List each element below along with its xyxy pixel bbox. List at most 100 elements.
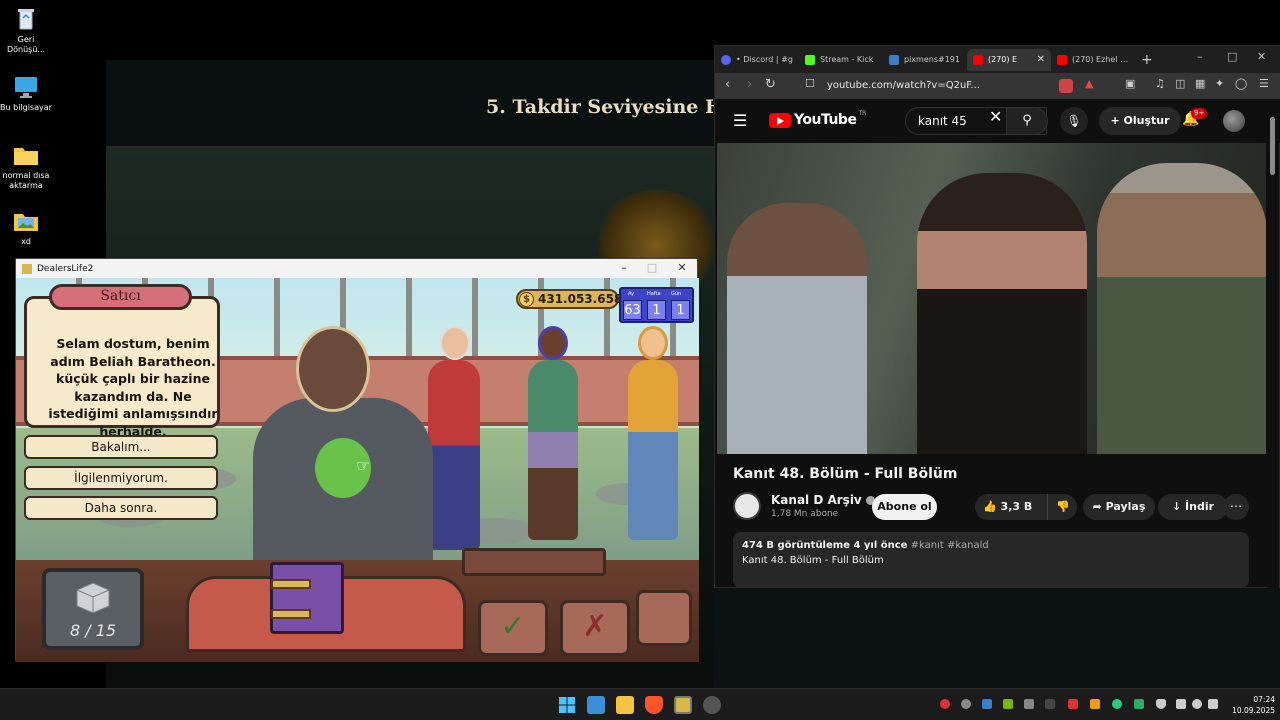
bell-button[interactable] — [636, 590, 692, 646]
coin-icon: $ — [519, 292, 534, 307]
video-person-right — [1097, 163, 1266, 454]
choice-lets-see-button[interactable]: Bakalım... — [24, 435, 218, 459]
scrollbar-thumb[interactable] — [1270, 117, 1275, 175]
subscribe-button[interactable]: Abone ol — [872, 494, 937, 520]
app-taskbar-icon[interactable] — [703, 696, 721, 714]
widgets-icon[interactable] — [587, 696, 605, 714]
video-player[interactable] — [717, 143, 1266, 454]
site-icon — [889, 54, 899, 65]
maximize-button[interactable]: □ — [638, 259, 666, 278]
wallet-icon[interactable]: ▦ — [1195, 77, 1205, 90]
more-actions-icon[interactable]: ⋯ — [1223, 494, 1249, 520]
network-icon[interactable] — [1176, 699, 1186, 709]
thumbs-down-icon: 👎 — [1056, 500, 1070, 513]
microphone-tray-icon[interactable] — [1156, 699, 1166, 709]
dealers-life-taskbar-icon[interactable] — [674, 696, 692, 714]
tray-app-icon[interactable] — [1068, 699, 1078, 709]
menu-icon[interactable]: ☰ — [1259, 77, 1269, 90]
browser-minimize-button[interactable]: – — [1197, 50, 1203, 63]
tab-kick[interactable]: Stream - Kick — [799, 49, 883, 71]
background-heading: 5. Takdir Seviyesine Hos — [486, 96, 718, 118]
game-scene: ☞ Selam dostum, benim adım Beliah Barath… — [16, 278, 699, 560]
bookmark-icon[interactable]: ☐ — [805, 77, 815, 90]
minimize-button[interactable]: – — [610, 259, 638, 278]
customer-farmer — [628, 326, 678, 540]
brave-browser-icon[interactable] — [645, 696, 663, 714]
inventory-counter[interactable]: 8 / 15 — [42, 568, 144, 650]
rewards-icon[interactable]: ▲ — [1085, 77, 1093, 90]
tab-youtube-ezhel[interactable]: (270) Ezhel - E — [1051, 49, 1135, 71]
url-input[interactable]: youtube.com/watch?v=Q2uF... — [827, 76, 1117, 96]
account-avatar[interactable] — [1223, 110, 1245, 132]
thumbs-up-icon: 👍 — [983, 500, 997, 513]
tray-app-icon[interactable] — [1090, 699, 1100, 709]
sidebar-icon[interactable]: ◫ — [1175, 77, 1185, 90]
volume-icon[interactable] — [1192, 699, 1202, 709]
desktop-icon-this-pc[interactable]: Bu bilgisayar — [0, 74, 52, 113]
forward-icon[interactable]: › — [747, 77, 752, 92]
new-tab-icon[interactable]: + — [1141, 52, 1153, 68]
youtube-logo[interactable]: YouTube TR — [769, 110, 866, 128]
money-display: $ 431.053.658 — [516, 289, 623, 309]
file-explorer-icon[interactable] — [616, 696, 634, 714]
brave-shield-icon[interactable] — [1059, 79, 1073, 93]
clear-search-icon[interactable]: ✕ — [989, 107, 1002, 126]
media-icon[interactable]: ♫ — [1155, 77, 1165, 90]
tray-app-icon[interactable] — [1134, 699, 1144, 709]
like-count: 3,3 B — [1000, 500, 1033, 513]
create-button[interactable]: + Oluştur — [1099, 107, 1181, 135]
money-amount: 431.053.658 — [538, 292, 623, 306]
tab-title: (270) Ezhel - E — [1072, 55, 1129, 64]
desktop-icon-recycle-bin[interactable]: Geri Dönüşü... — [0, 6, 52, 55]
share-button[interactable]: ➦ Paylaş — [1083, 494, 1155, 520]
download-button[interactable]: ↓ İndir — [1158, 494, 1228, 520]
description-box[interactable]: 474 B görüntüleme 4 yıl önce #kanıt #kan… — [733, 532, 1249, 588]
like-button[interactable]: 👍 3,3 B — [983, 494, 1032, 520]
clock-time: 07:24 — [1253, 695, 1275, 704]
speaker-label: Satıcı — [49, 284, 192, 310]
tab-youtube-active[interactable]: (270) E ✕ — [967, 48, 1051, 71]
mouse-cursor-icon: ☞ — [356, 456, 371, 475]
desktop-icon-folder-export[interactable]: normal dısa aktarma — [0, 142, 52, 191]
leo-icon[interactable]: ✦ — [1215, 77, 1224, 90]
calendar-month-value: 63 — [623, 300, 642, 320]
choice-later-button[interactable]: Daha sonra. — [24, 496, 218, 520]
channel-name-link[interactable]: Kanal D Arşiv — [771, 493, 875, 507]
browser-close-button[interactable]: ✕ — [1257, 50, 1266, 63]
extension-icon[interactable]: ▣ — [1125, 77, 1135, 90]
desktop-icon-folder-xd[interactable]: xd — [0, 208, 52, 247]
vpn-icon[interactable]: ◯ — [1235, 77, 1247, 90]
tray-app-icon[interactable] — [1024, 699, 1034, 709]
tray-app-icon[interactable] — [1112, 699, 1122, 709]
browser-maximize-button[interactable]: □ — [1227, 50, 1237, 63]
game-titlebar[interactable]: DealersLife2 – □ ✕ — [16, 259, 697, 278]
choice-not-interested-button[interactable]: İlgilenmiyorum. — [24, 466, 218, 490]
battery-icon[interactable] — [1208, 699, 1218, 709]
back-icon[interactable]: ‹ — [725, 77, 730, 92]
tray-app-icon[interactable] — [1045, 699, 1055, 709]
tray-app-icon[interactable] — [961, 699, 971, 709]
start-button[interactable] — [558, 696, 576, 714]
steam-icon[interactable] — [982, 699, 992, 709]
nvidia-icon[interactable] — [1003, 699, 1013, 709]
close-button[interactable]: ✕ — [668, 259, 696, 278]
reject-button[interactable]: ✗ — [560, 600, 630, 656]
hashtags[interactable]: #kanıt #kanald — [911, 540, 989, 551]
channel-avatar[interactable] — [733, 492, 761, 520]
treasure-book-item[interactable] — [270, 562, 344, 634]
dislike-button[interactable]: 👎 — [1047, 494, 1070, 520]
reload-icon[interactable]: ↻ — [765, 77, 776, 92]
views-and-date: 474 B görüntüleme 4 yıl önce — [742, 540, 908, 551]
computer-icon — [12, 74, 40, 100]
seller-character — [253, 398, 433, 560]
tray-app-icon[interactable] — [940, 699, 950, 709]
taskbar-clock[interactable]: 07:24 10.09.2025 — [1229, 694, 1275, 716]
accept-button[interactable]: ✓ — [478, 600, 548, 656]
tab-discord[interactable]: • Discord | #g — [715, 49, 799, 71]
tab-pixmens[interactable]: pixmens#191 — [883, 49, 967, 71]
tab-close-icon[interactable]: ✕ — [1037, 54, 1045, 65]
hamburger-menu-icon[interactable]: ☰ — [733, 111, 747, 130]
page-scrollbar[interactable] — [1267, 99, 1279, 589]
search-button[interactable]: ⚲ — [1006, 107, 1048, 135]
voice-search-button[interactable]: 🎙 — [1060, 107, 1088, 135]
